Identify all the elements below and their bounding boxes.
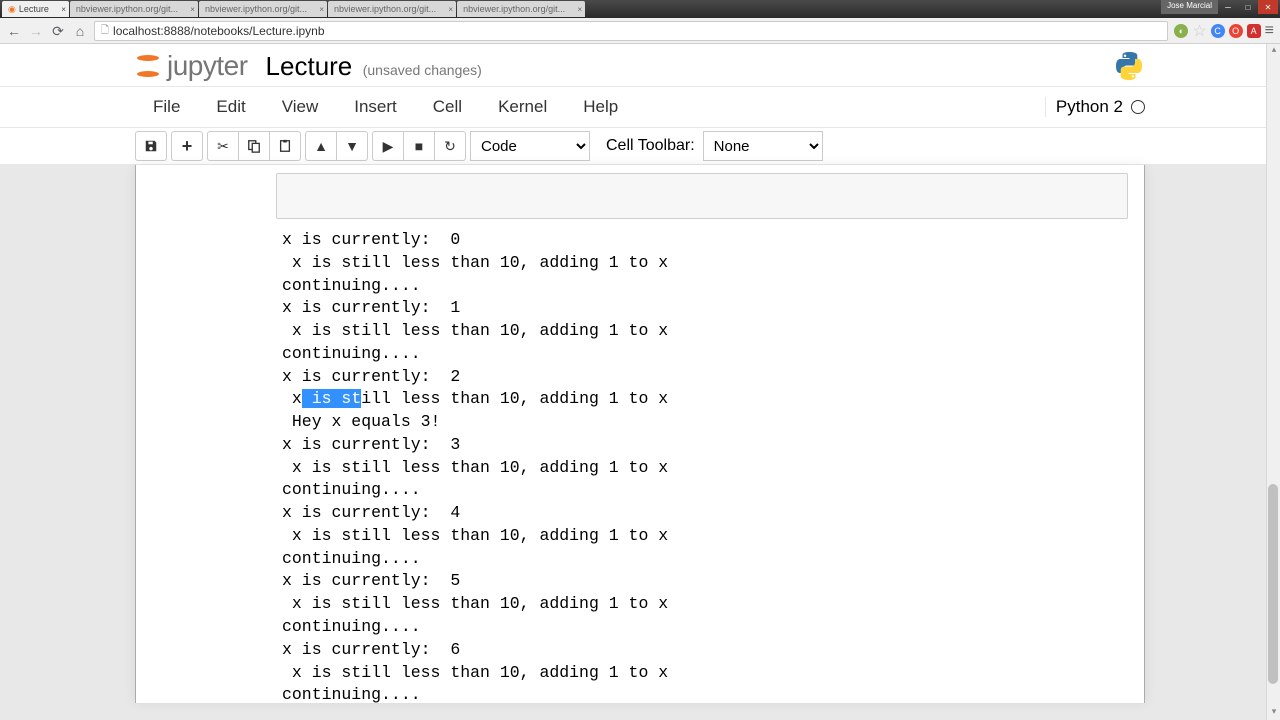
move-up-button[interactable]: ▲: [305, 131, 337, 161]
output-line: x is still less than 10, adding 1 to x: [282, 320, 1136, 343]
stop-button[interactable]: ■: [403, 131, 435, 161]
forward-button[interactable]: →: [28, 23, 44, 39]
menu-view[interactable]: View: [264, 91, 337, 123]
minimize-button[interactable]: ─: [1218, 0, 1238, 14]
browser-tab[interactable]: ◉Lecture×: [2, 1, 69, 17]
jupyter-header: jupyter Lecture (unsaved changes): [0, 44, 1280, 87]
move-down-button[interactable]: ▼: [336, 131, 368, 161]
toolbar: + ✂ ▲ ▼ ▶ ■ ↻ Code Cell Toolbar: None: [0, 128, 1280, 165]
output-line: continuing....: [282, 684, 1136, 703]
paste-button[interactable]: [269, 131, 301, 161]
menu-file[interactable]: File: [135, 91, 198, 123]
output-line: x is currently: 4: [282, 502, 1136, 525]
output-line: continuing....: [282, 275, 1136, 298]
cell-toolbar-select[interactable]: None: [703, 131, 823, 161]
tab-close-icon[interactable]: ×: [190, 5, 195, 14]
notebook-name[interactable]: Lecture: [266, 51, 353, 81]
kernel-status-icon: [1131, 100, 1145, 114]
cell-toolbar-label: Cell Toolbar:: [606, 137, 695, 155]
tab-close-icon[interactable]: ×: [448, 5, 453, 14]
output-line: x is still less than 10, adding 1 to x: [282, 525, 1136, 548]
kernel-indicator: Python 2: [1045, 97, 1145, 117]
copy-button[interactable]: [238, 131, 270, 161]
browser-tab[interactable]: nbviewer.ipython.org/git...×: [199, 1, 327, 17]
browser-tab[interactable]: nbviewer.ipython.org/git...×: [70, 1, 198, 17]
output-line: x is still less than 10, adding 1 to x: [282, 457, 1136, 480]
tab-close-icon[interactable]: ×: [577, 5, 582, 14]
cell-type-select[interactable]: Code: [470, 131, 590, 161]
maximize-button[interactable]: □: [1238, 0, 1258, 14]
window-controls: Jose Marcial ─ □ ✕: [1161, 0, 1278, 14]
menu-help[interactable]: Help: [565, 91, 636, 123]
scrollbar-thumb[interactable]: [1268, 484, 1278, 684]
output-line: continuing....: [282, 616, 1136, 639]
add-cell-button[interactable]: +: [171, 131, 203, 161]
menu-kernel[interactable]: Kernel: [480, 91, 565, 123]
nav-bar: ← → ⟳ ⌂ 🗋 localhost:8888/notebooks/Lectu…: [0, 18, 1280, 44]
output-line: x is still less than 10, adding 1 to x: [282, 388, 1136, 411]
output-line: x is still less than 10, adding 1 to x: [282, 662, 1136, 685]
browser-chrome: ◉Lecture×nbviewer.ipython.org/git...×nbv…: [0, 0, 1280, 44]
extension-icons: ◐ ☆ C O A ≡: [1174, 21, 1274, 41]
ext-icon-1[interactable]: ◐: [1174, 24, 1188, 38]
output-line: x is still less than 10, adding 1 to x: [282, 252, 1136, 275]
star-icon[interactable]: ☆: [1192, 21, 1206, 41]
scrollbar-track[interactable]: ▴ ▾: [1266, 44, 1280, 720]
menus: FileEditViewInsertCellKernelHelp: [135, 91, 636, 123]
menu-icon[interactable]: ≡: [1265, 22, 1274, 40]
menu-bar: FileEditViewInsertCellKernelHelp Python …: [0, 87, 1280, 128]
notebook-content[interactable]: x is currently: 0 x is still less than 1…: [135, 165, 1145, 703]
window-close-button[interactable]: ✕: [1258, 0, 1278, 14]
output-line: x is currently: 2: [282, 366, 1136, 389]
scroll-down-icon[interactable]: ▾: [1267, 706, 1280, 720]
output-line: continuing....: [282, 479, 1136, 502]
output-line: x is currently: 6: [282, 639, 1136, 662]
output-line: Hey x equals 3!: [282, 411, 1136, 434]
output-line: continuing....: [282, 343, 1136, 366]
run-button[interactable]: ▶: [372, 131, 404, 161]
tab-close-icon[interactable]: ×: [61, 5, 66, 14]
output-line: x is currently: 0: [282, 229, 1136, 252]
cell-output: x is currently: 0 x is still less than 1…: [266, 229, 1136, 703]
restart-button[interactable]: ↻: [434, 131, 466, 161]
cut-button[interactable]: ✂: [207, 131, 239, 161]
code-input-cell[interactable]: [276, 173, 1128, 219]
home-button[interactable]: ⌂: [72, 23, 88, 39]
save-button[interactable]: [135, 131, 167, 161]
text-selection: is st: [302, 389, 361, 408]
browser-tab[interactable]: nbviewer.ipython.org/git...×: [328, 1, 456, 17]
back-button[interactable]: ←: [6, 23, 22, 39]
save-status: (unsaved changes): [363, 62, 482, 78]
output-line: x is still less than 10, adding 1 to x: [282, 593, 1136, 616]
output-line: x is currently: 5: [282, 570, 1136, 593]
url-bar[interactable]: 🗋 localhost:8888/notebooks/Lecture.ipynb: [94, 21, 1168, 41]
menu-edit[interactable]: Edit: [198, 91, 263, 123]
ext-icon-4[interactable]: A: [1247, 24, 1261, 38]
output-line: x is currently: 1: [282, 297, 1136, 320]
browser-tab[interactable]: nbviewer.ipython.org/git...×: [457, 1, 585, 17]
menu-insert[interactable]: Insert: [336, 91, 415, 123]
output-line: x is currently: 3: [282, 434, 1136, 457]
python-logo-icon: [1113, 50, 1145, 82]
tab-bar: ◉Lecture×nbviewer.ipython.org/git...×nbv…: [0, 0, 1280, 18]
jupyter-logo[interactable]: jupyter: [135, 50, 248, 82]
tab-close-icon[interactable]: ×: [319, 5, 324, 14]
ext-icon-2[interactable]: C: [1211, 24, 1225, 38]
user-badge[interactable]: Jose Marcial: [1161, 0, 1218, 14]
ext-icon-3[interactable]: O: [1229, 24, 1243, 38]
jupyter-logo-icon: [135, 51, 161, 81]
menu-cell[interactable]: Cell: [415, 91, 480, 123]
kernel-name: Python 2: [1056, 97, 1123, 117]
reload-button[interactable]: ⟳: [50, 23, 66, 40]
output-line: continuing....: [282, 548, 1136, 571]
scroll-up-icon[interactable]: ▴: [1267, 44, 1280, 58]
